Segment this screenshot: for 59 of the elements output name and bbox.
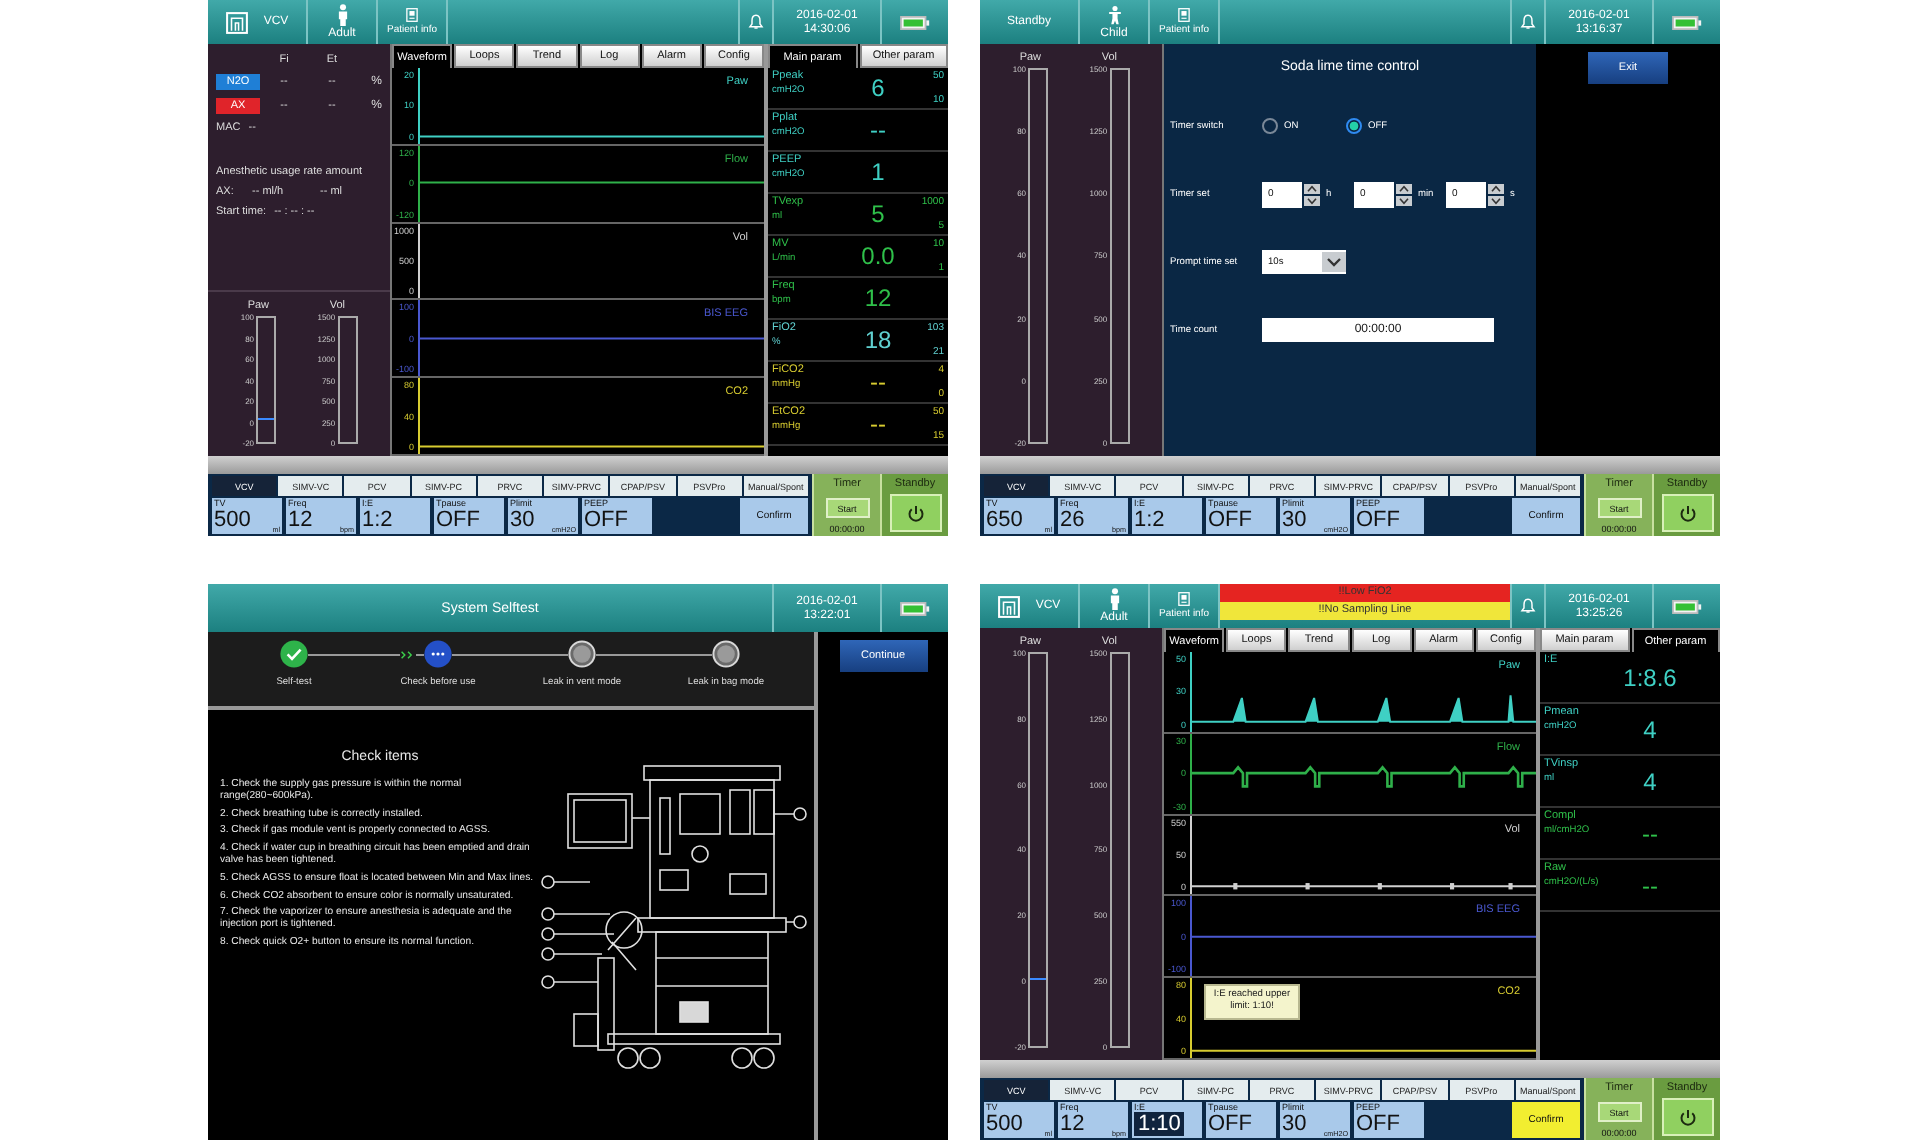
setting-value: 1:2: [362, 508, 393, 532]
param-value: --: [868, 368, 888, 396]
down-arrow-button[interactable]: [1488, 195, 1504, 205]
gauge-bar: [337, 316, 358, 444]
document-icon: [406, 8, 418, 22]
up-arrow-button[interactable]: [1396, 183, 1412, 193]
battery-icon: [900, 601, 930, 615]
param-value: 1: [869, 158, 887, 186]
up-arrow-button[interactable]: [1488, 183, 1504, 193]
radio-button[interactable]: [1346, 118, 1362, 134]
standby-button[interactable]: [1661, 1098, 1713, 1136]
setting-value: OFF: [1356, 1112, 1400, 1136]
setting-value: 500: [986, 1112, 1023, 1136]
param-value: 1:8.6: [1621, 663, 1679, 691]
up-arrow-button[interactable]: [1304, 183, 1320, 193]
param-value: 12: [862, 284, 894, 312]
setting-value: 30: [1282, 1112, 1307, 1136]
param-value: 0.0: [859, 242, 897, 270]
setting-value: 500: [214, 508, 251, 532]
setting-value: 12: [1060, 1112, 1085, 1136]
setting-value: OFF: [1208, 508, 1252, 532]
standby-button[interactable]: [889, 494, 941, 532]
bell-icon: [1520, 598, 1536, 614]
setting-value: OFF: [436, 508, 480, 532]
standby-button[interactable]: [1661, 494, 1713, 532]
param-value: --: [868, 116, 888, 144]
param-value: 18: [862, 326, 894, 354]
document-icon: [1178, 592, 1190, 606]
setting-value: 12: [288, 508, 313, 532]
param-value: --: [1640, 819, 1660, 847]
power-icon: [1677, 1107, 1697, 1127]
bell-icon: [1520, 14, 1536, 30]
setting-value: 650: [986, 508, 1023, 532]
setting-value: 30: [1282, 508, 1307, 532]
setting-value: OFF: [1208, 1112, 1252, 1136]
setting-value: 1:2: [1134, 508, 1165, 532]
bell-icon: [748, 14, 764, 30]
power-icon: [1677, 503, 1697, 523]
down-arrow-button[interactable]: [1304, 195, 1320, 205]
setting-value: OFF: [1356, 508, 1400, 532]
param-value: --: [1640, 871, 1660, 899]
param-value: 4: [1641, 715, 1659, 743]
setting-value: 26: [1060, 508, 1085, 532]
param-value: 5: [869, 200, 887, 228]
battery-icon: [900, 15, 930, 29]
battery-icon: [1672, 599, 1702, 613]
param-value: 4: [1641, 767, 1659, 795]
radio-button[interactable]: [1262, 118, 1278, 134]
setting-value: 30: [510, 508, 535, 532]
down-arrow-button[interactable]: [1396, 195, 1412, 205]
setting-value: 1:10: [1134, 1112, 1185, 1136]
param-value: --: [868, 410, 888, 438]
setting-value: OFF: [584, 508, 628, 532]
chevron-down-icon: [1322, 250, 1346, 274]
power-icon: [905, 503, 925, 523]
document-icon: [1178, 8, 1190, 22]
double-chevron-icon: [400, 649, 416, 659]
param-value: 6: [869, 74, 887, 102]
battery-icon: [1672, 15, 1702, 29]
